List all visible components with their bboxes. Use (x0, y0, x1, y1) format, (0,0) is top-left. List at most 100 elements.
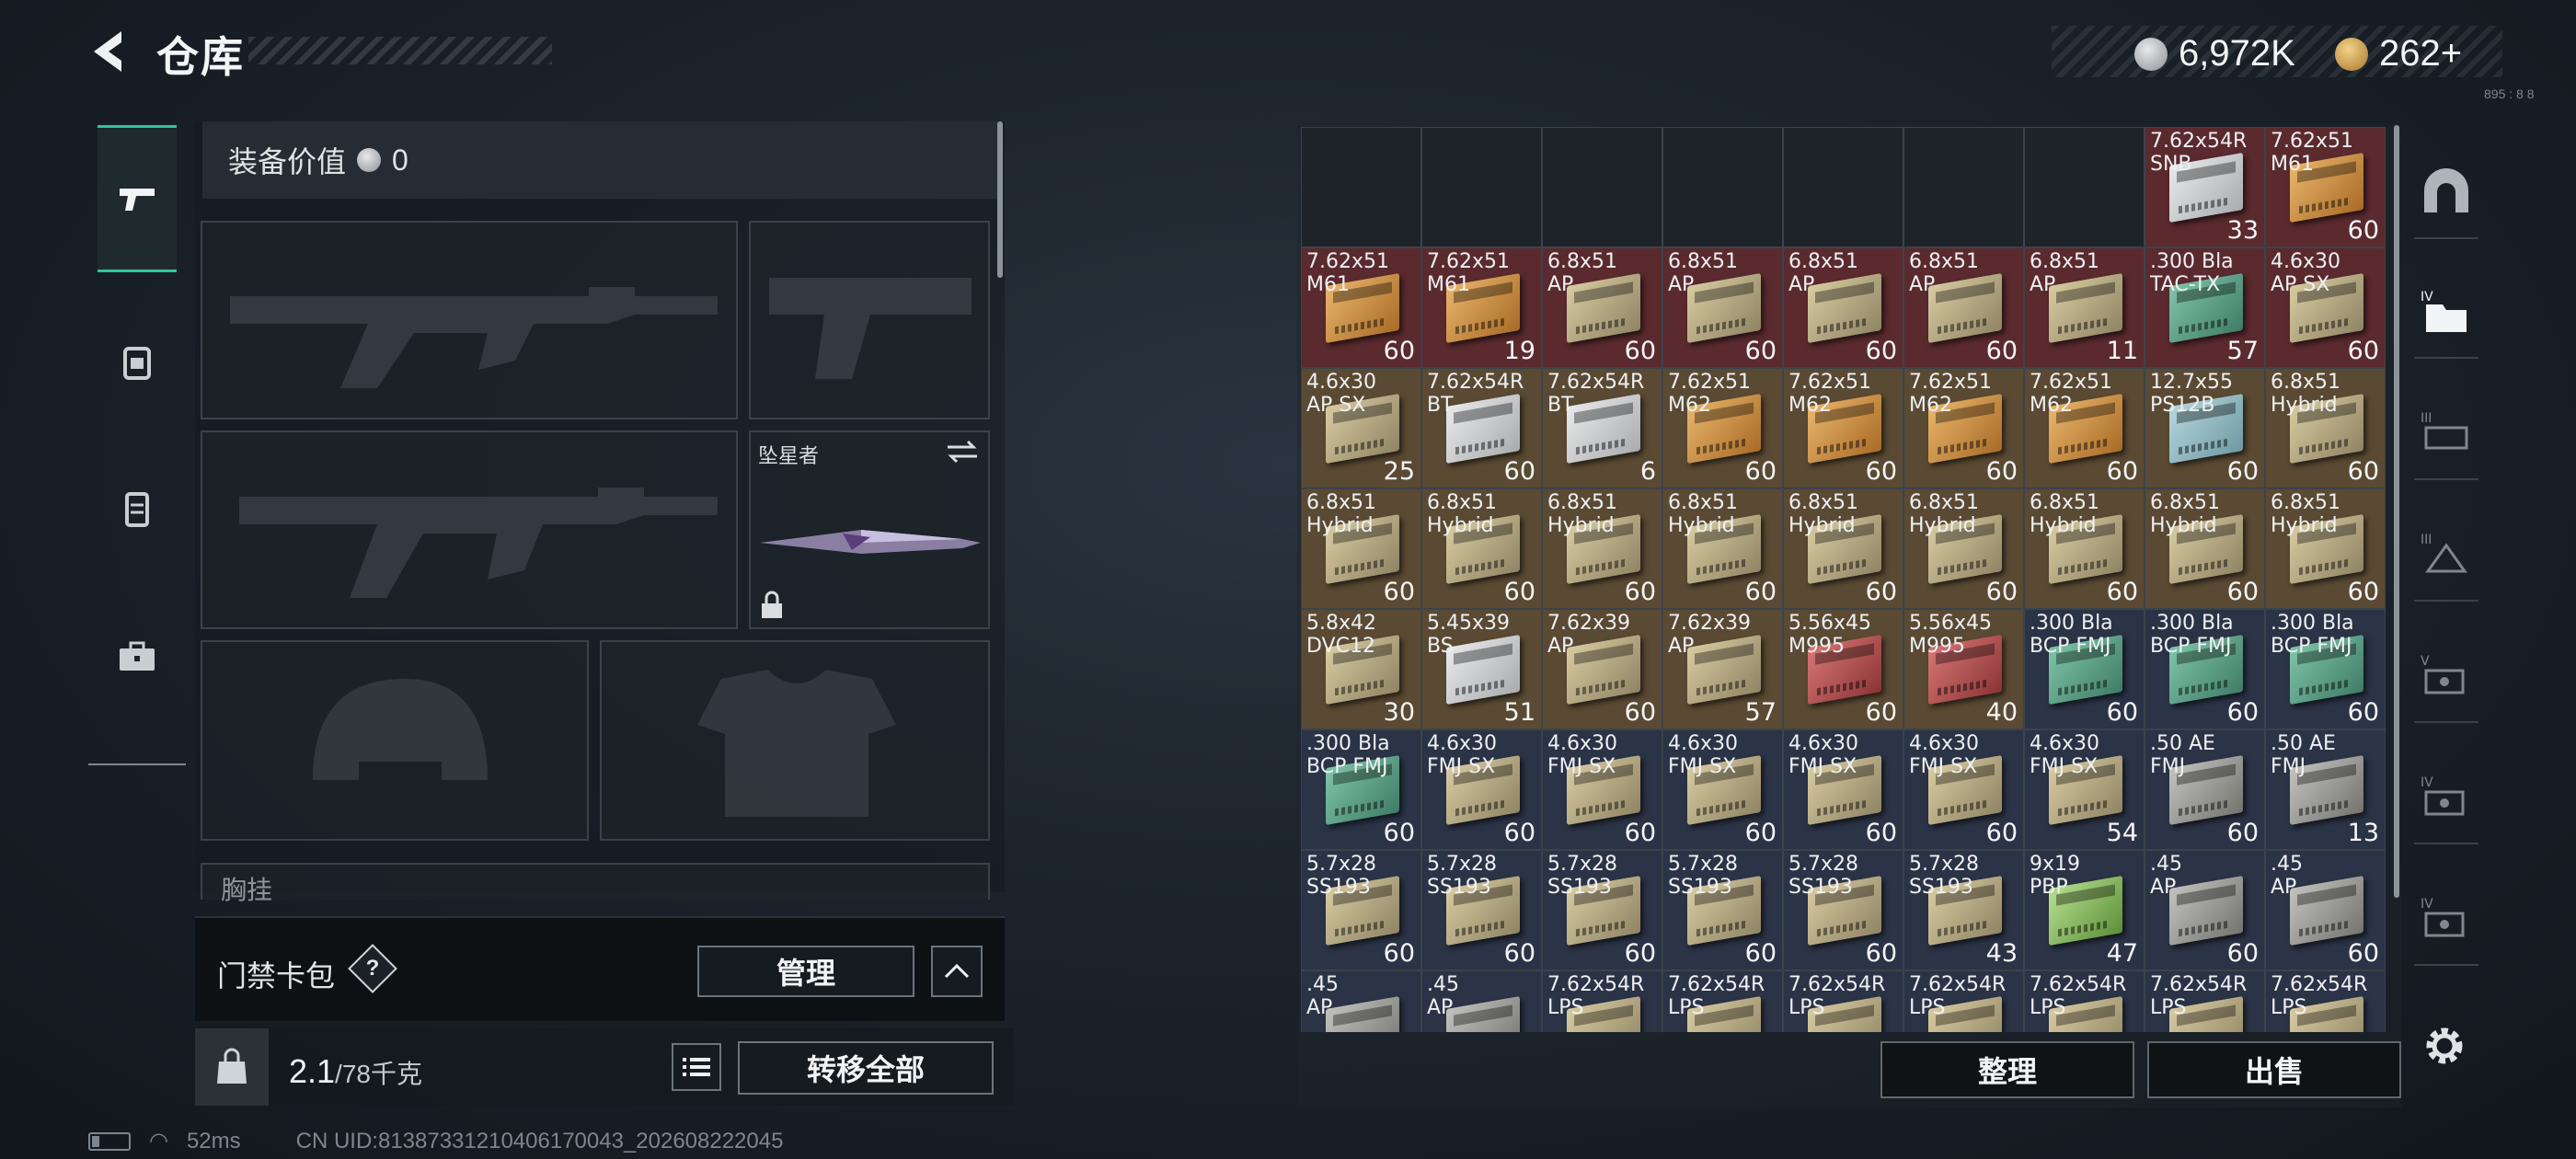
ammo-item[interactable]: .300 Bla BCP FMJ 60 (2024, 609, 2145, 729)
manage-button[interactable]: 管理 (697, 946, 914, 997)
ammo-item[interactable]: 4.6x30 FMJ SX 60 (1903, 729, 2024, 850)
ammo-item[interactable]: 4.6x30 AP SX 60 (2265, 247, 2386, 368)
empty-slot[interactable] (1903, 127, 2024, 247)
sidearm-slot[interactable] (749, 221, 990, 419)
ammo-item[interactable]: 4.6x30 FMJ SX 60 (1542, 729, 1662, 850)
ammo-item[interactable]: 4.6x30 AP SX 25 (1301, 368, 1421, 488)
primary-weapon-slot[interactable] (201, 221, 738, 419)
ammo-item[interactable]: .50 AE FMJ 13 (2265, 729, 2386, 850)
ammo-item[interactable]: 6.8x51 Hybrid 60 (1903, 488, 2024, 609)
ammo-item[interactable]: 4.6x30 FMJ SX 54 (2024, 729, 2145, 850)
ammo-item[interactable]: 5.7x28 SS193 43 (1903, 850, 2024, 970)
ammo-item[interactable]: 5.56x45 M995 40 (1903, 609, 2024, 729)
ammo-item[interactable]: 6.8x51 Hybrid 60 (1662, 488, 1783, 609)
tab-equipment[interactable] (98, 289, 177, 436)
ammo-item[interactable]: 7.62x54R LPS (2024, 970, 2145, 1032)
ammo-item[interactable]: 7.62x39 AP 60 (1542, 609, 1662, 729)
ammo-item[interactable]: 6.8x51 AP 60 (1783, 247, 1903, 368)
ammo-item[interactable]: 9x19 PBP 47 (2024, 850, 2145, 970)
ammo-item[interactable]: 5.7x28 SS193 60 (1662, 850, 1783, 970)
ammo-item[interactable]: 5.7x28 SS193 60 (1301, 850, 1421, 970)
ammo-item[interactable]: 7.62x39 AP 57 (1662, 609, 1783, 729)
ammo-item[interactable]: .45 AP 60 (2265, 850, 2386, 970)
tab-stash-iii-b[interactable]: III (2414, 510, 2478, 602)
ammo-item[interactable]: 7.62x51 M61 60 (1301, 247, 1421, 368)
ammo-item[interactable]: 6.8x51 AP 60 (1542, 247, 1662, 368)
armor-slot[interactable] (600, 640, 990, 841)
ammo-item[interactable]: 4.6x30 FMJ SX 60 (1662, 729, 1783, 850)
ammo-item[interactable]: .45 AP (1301, 970, 1421, 1032)
ammo-item[interactable]: .45 AP 60 (2145, 850, 2265, 970)
gold-currency[interactable]: 262+ (2335, 33, 2462, 75)
ammo-item[interactable]: 6.8x51 Hybrid 60 (1301, 488, 1421, 609)
ammo-item[interactable]: 7.62x54R BT 6 (1542, 368, 1662, 488)
ammo-item[interactable]: 5.56x45 M995 60 (1783, 609, 1903, 729)
empty-slot[interactable] (1301, 127, 1421, 247)
ammo-item[interactable]: 6.8x51 AP 60 (1662, 247, 1783, 368)
ammo-item[interactable]: .45 AP (1421, 970, 1542, 1032)
ammo-item[interactable]: 6.8x51 Hybrid 60 (1421, 488, 1542, 609)
tab-weapons[interactable] (98, 125, 177, 272)
helmet-slot[interactable] (201, 640, 589, 841)
ammo-item[interactable]: 5.7x28 SS193 60 (1542, 850, 1662, 970)
ammo-item[interactable]: 7.62x54R BT 60 (1421, 368, 1542, 488)
ammo-item[interactable]: 4.6x30 FMJ SX 60 (1421, 729, 1542, 850)
list-view-button[interactable] (672, 1043, 721, 1091)
stash-scrollbar[interactable] (2394, 125, 2399, 898)
help-icon[interactable]: ? (348, 944, 397, 993)
swap-icon[interactable] (944, 438, 981, 465)
ammo-item[interactable]: 7.62x51 M61 19 (1421, 247, 1542, 368)
ammo-item[interactable]: 7.62x54R LPS (1903, 970, 2024, 1032)
ammo-item[interactable]: 7.62x54R LPS (1662, 970, 1783, 1032)
ammo-item[interactable]: .300 Bla TAC-TX 57 (2145, 247, 2265, 368)
tab-armor[interactable] (98, 436, 177, 583)
ammo-item[interactable]: 7.62x54R LPS (2145, 970, 2265, 1032)
collapse-button[interactable] (931, 946, 983, 997)
ammo-item[interactable]: 7.62x54R LPS (1542, 970, 1662, 1032)
empty-slot[interactable] (1542, 127, 1662, 247)
ammo-item[interactable]: .300 Bla BCP FMJ 60 (1301, 729, 1421, 850)
tab-stash-iv-folder[interactable]: IV (2414, 267, 2478, 359)
empty-slot[interactable] (1421, 127, 1542, 247)
ammo-item[interactable]: 5.7x28 SS193 60 (1783, 850, 1903, 970)
sell-button[interactable]: 出售 (2147, 1041, 2401, 1098)
ammo-item[interactable]: 7.62x54R LPS (2265, 970, 2386, 1032)
empty-slot[interactable] (2024, 127, 2145, 247)
back-button[interactable] (85, 26, 136, 77)
ammo-item[interactable]: 4.6x30 FMJ SX 60 (1783, 729, 1903, 850)
ammo-item[interactable]: 6.8x51 AP 60 (1903, 247, 2024, 368)
tab-stash-iv-b[interactable]: IV (2414, 874, 2478, 966)
ammo-item[interactable]: 6.8x51 Hybrid 60 (2265, 488, 2386, 609)
ammo-item[interactable]: 6.8x51 Hybrid 60 (1542, 488, 1662, 609)
ammo-item[interactable]: 7.62x51 M61 60 (2265, 127, 2386, 247)
melee-slot[interactable]: 坠星者 (749, 430, 990, 629)
tab-stash-main[interactable] (2414, 147, 2478, 239)
empty-slot[interactable] (1662, 127, 1783, 247)
sort-button[interactable]: 整理 (1880, 1041, 2134, 1098)
empty-slot[interactable] (1783, 127, 1903, 247)
chest-rig-slot[interactable] (201, 863, 990, 900)
ammo-item[interactable]: 6.8x51 Hybrid 60 (2145, 488, 2265, 609)
tab-stash-iii-a[interactable]: III (2414, 388, 2478, 480)
ammo-item[interactable]: 6.8x51 AP 11 (2024, 247, 2145, 368)
ammo-item[interactable]: 7.62x51 M62 60 (1783, 368, 1903, 488)
ammo-item[interactable]: 12.7x55 PS12B 60 (2145, 368, 2265, 488)
ammo-item[interactable]: .50 AE FMJ 60 (2145, 729, 2265, 850)
ammo-item[interactable]: 6.8x51 Hybrid 60 (1783, 488, 1903, 609)
transfer-all-button[interactable]: 转移全部 (738, 1041, 994, 1095)
ammo-item[interactable]: 7.62x54R SNB 33 (2145, 127, 2265, 247)
ammo-item[interactable]: 5.7x28 SS193 60 (1421, 850, 1542, 970)
ammo-item[interactable]: .300 Bla BCP FMJ 60 (2145, 609, 2265, 729)
ammo-item[interactable]: 7.62x51 M62 60 (1662, 368, 1783, 488)
ammo-item[interactable]: 7.62x54R LPS (1783, 970, 1903, 1032)
ammo-item[interactable]: 6.8x51 Hybrid 60 (2024, 488, 2145, 609)
ammo-item[interactable]: .300 Bla BCP FMJ 60 (2265, 609, 2386, 729)
tab-toolbox[interactable] (98, 583, 177, 730)
ammo-item[interactable]: 5.45x39 BS 51 (1421, 609, 1542, 729)
ammo-item[interactable]: 7.62x51 M62 60 (1903, 368, 2024, 488)
bag-button[interactable] (195, 1028, 269, 1106)
settings-button[interactable] (2420, 1021, 2469, 1071)
tab-stash-iv-a[interactable]: IV (2414, 752, 2478, 844)
tab-stash-v[interactable]: V (2414, 631, 2478, 723)
ammo-item[interactable]: 5.8x42 DVC12 30 (1301, 609, 1421, 729)
